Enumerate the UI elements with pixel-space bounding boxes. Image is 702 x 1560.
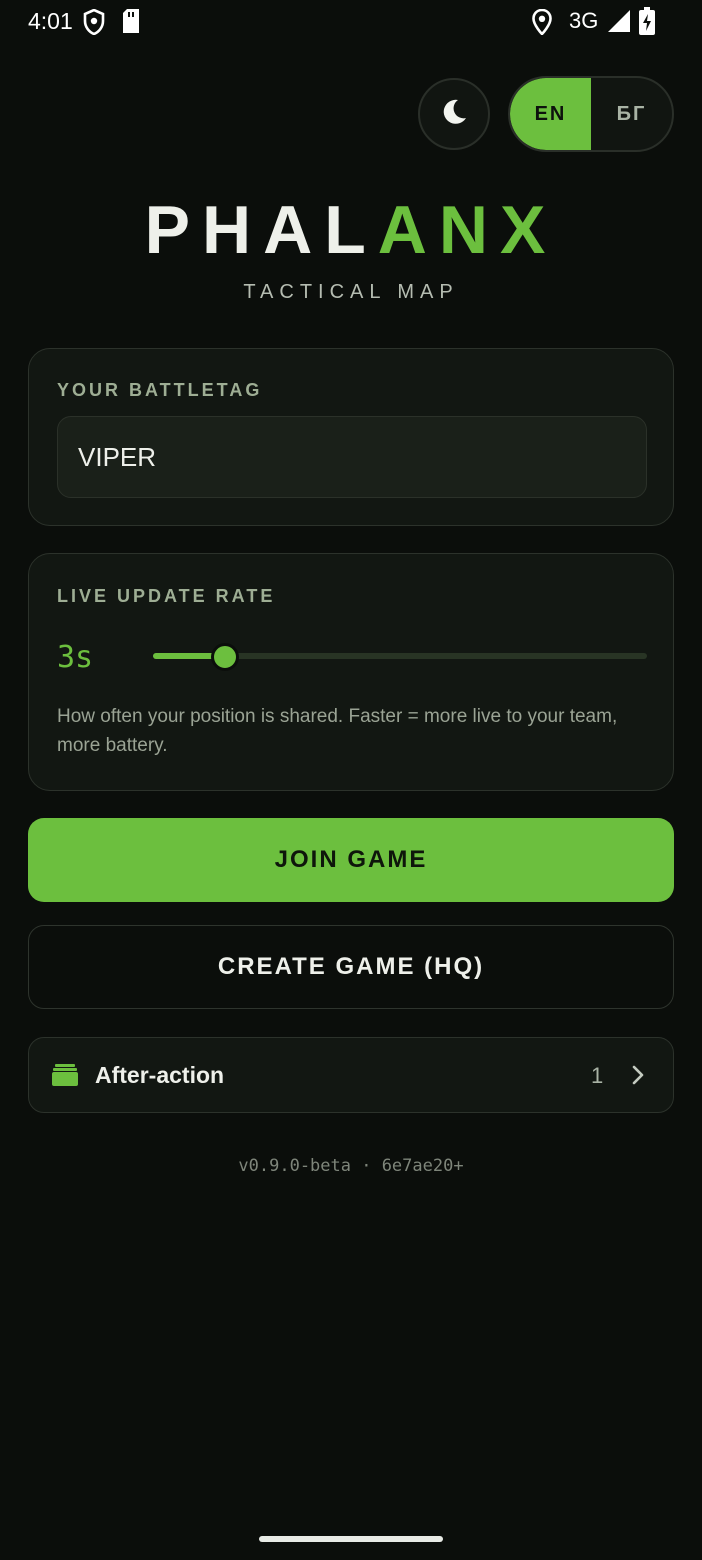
- battery-charging-icon: [639, 7, 655, 41]
- after-action-row[interactable]: After-action 1: [28, 1037, 674, 1113]
- archive-icon: [52, 1064, 78, 1091]
- language-option-en[interactable]: EN: [510, 78, 591, 150]
- slider-thumb[interactable]: [210, 643, 239, 671]
- app-logo: PHALANX: [0, 190, 702, 270]
- create-game-button[interactable]: CREATE GAME (HQ): [28, 925, 674, 1009]
- status-bar: 4:01 3G: [0, 0, 702, 44]
- battletag-input[interactable]: [57, 416, 647, 498]
- battletag-label: YOUR BATTLETAG: [57, 380, 263, 400]
- app-subtitle: TACTICAL MAP: [243, 281, 459, 303]
- update-rate-card: LIVE UPDATE RATE 3s How often your posit…: [28, 553, 674, 791]
- join-game-button[interactable]: JOIN GAME: [28, 818, 674, 902]
- theme-toggle-button[interactable]: [418, 78, 490, 150]
- sd-card-icon: [122, 9, 140, 39]
- screen: 4:01 3G EN БГ PHALANX TACTICAL MAP YOUR …: [0, 0, 702, 1560]
- location-icon: [532, 8, 552, 41]
- update-rate-label: LIVE UPDATE RATE: [57, 586, 276, 606]
- shield-icon: [83, 8, 105, 41]
- battletag-card: YOUR BATTLETAG: [28, 348, 674, 526]
- language-toggle: EN БГ: [508, 76, 674, 152]
- home-indicator[interactable]: [259, 1536, 443, 1542]
- version-text: v0.9.0-beta · 6e7ae20+: [238, 1156, 464, 1176]
- logo-text-accent: ANX: [377, 192, 558, 268]
- moon-icon: [440, 98, 468, 131]
- chevron-right-icon: [631, 1065, 645, 1090]
- network-type: 3G: [569, 8, 599, 33]
- update-rate-slider[interactable]: [153, 643, 647, 671]
- after-action-count: 1: [591, 1063, 604, 1088]
- signal-icon: [608, 10, 630, 38]
- status-time: 4:01: [28, 8, 73, 34]
- update-rate-help: How often your position is shared. Faste…: [57, 706, 618, 756]
- language-option-bg[interactable]: БГ: [591, 78, 672, 150]
- after-action-label: After-action: [95, 1062, 225, 1088]
- update-rate-value: 3s: [57, 640, 94, 675]
- logo-text-primary: PHAL: [144, 192, 378, 268]
